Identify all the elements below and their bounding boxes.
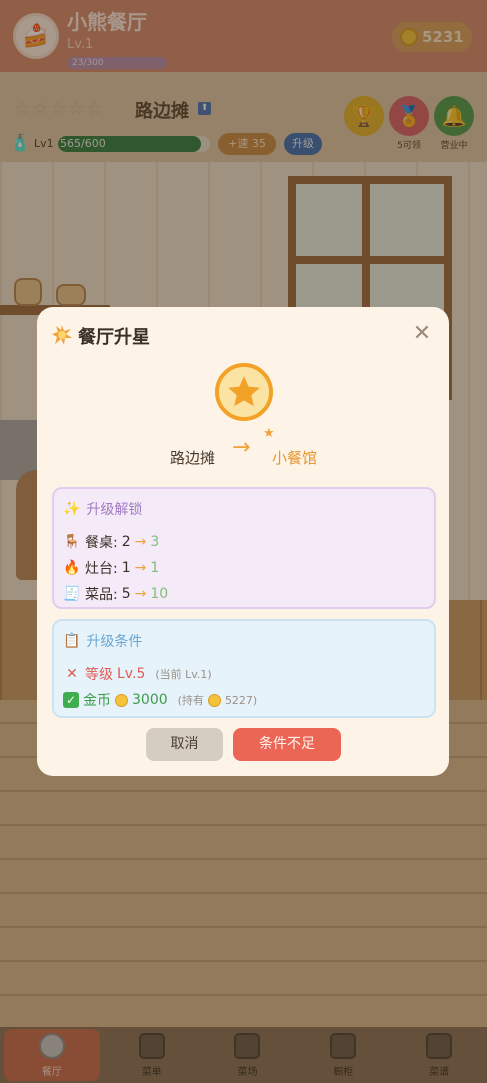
unlock-row-tables: 🪑 餐桌: 2 → 3 (63, 529, 425, 555)
table-icon: 🪑 (63, 534, 81, 550)
next-stage-name: 小餐馆 (272, 449, 318, 467)
upgrade-star-dialog: 餐厅升星 ✕ 路边摊 → ★ 小餐馆 ✨ 升级解锁 🪑 餐桌: 2 → 3 🔥 … (37, 307, 449, 776)
unlock-panel: ✨ 升级解锁 🪑 餐桌: 2 → 3 🔥 灶台: 1 → 1 🧾 菜品: 5 →… (52, 487, 436, 609)
row-label: 灶台: (85, 561, 118, 577)
cross-icon: ✕ (66, 666, 78, 682)
close-button[interactable]: ✕ (409, 321, 435, 347)
conditions-title-text: 升级条件 (86, 634, 143, 650)
star-badge (215, 363, 273, 421)
cancel-button[interactable]: 取消 (146, 728, 223, 761)
row-new-value: 3 (150, 534, 160, 550)
current-stage-name: 路边摊 (170, 449, 216, 467)
condition-label: 金币 (83, 693, 111, 709)
sparkle-star-icon (52, 325, 72, 345)
check-icon: ✓ (63, 692, 79, 708)
row-label: 餐桌: (85, 535, 118, 551)
confirm-upgrade-button[interactable]: 条件不足 (233, 728, 341, 761)
condition-hint: (持有 (177, 694, 204, 707)
conditions-title: 📋 升级条件 (63, 631, 425, 651)
arrow-right-icon: → (134, 534, 147, 550)
arrow-right-icon: → (232, 435, 251, 460)
close-icon: ✕ (412, 321, 432, 346)
row-new-value: 1 (150, 560, 160, 576)
row-old-value: 2 (121, 534, 131, 550)
condition-coins: ✓ 金币 3000 (持有 5227) (63, 687, 425, 713)
conditions-panel: 📋 升级条件 ✕ 等级 Lv.5 (当前 Lv.1) ✓ 金币 3000 (持有… (52, 619, 436, 718)
unlock-title-text: 升级解锁 (86, 502, 143, 518)
condition-required: 3000 (132, 692, 168, 708)
condition-required: Lv.5 (117, 666, 146, 682)
row-old-value: 5 (121, 586, 131, 602)
arrow-right-icon: → (134, 560, 147, 576)
small-star-icon: ★ (263, 426, 275, 441)
unlock-title: ✨ 升级解锁 (63, 499, 425, 519)
fire-icon: 🔥 (63, 560, 81, 576)
dialog-title: 餐厅升星 (78, 327, 150, 348)
sparkles-icon: ✨ (63, 501, 81, 517)
coin-icon (207, 693, 221, 707)
arrow-right-icon: → (134, 586, 147, 602)
unlock-row-dishes: 🧾 菜品: 5 → 10 (63, 581, 425, 607)
unlock-row-stoves: 🔥 灶台: 1 → 1 (63, 555, 425, 581)
row-label: 菜品: (85, 587, 118, 603)
menu-icon: 🧾 (63, 586, 81, 602)
condition-level: ✕ 等级 Lv.5 (当前 Lv.1) (63, 661, 425, 687)
row-old-value: 1 (121, 560, 131, 576)
coin-icon (115, 693, 128, 707)
row-new-value: 10 (150, 586, 169, 602)
condition-hint-value: 5227) (224, 693, 258, 707)
star-icon (228, 376, 260, 407)
condition-hint: (当前 Lv.1) (155, 668, 212, 681)
condition-label: 等级 (85, 667, 113, 683)
clipboard-icon: 📋 (63, 633, 81, 649)
